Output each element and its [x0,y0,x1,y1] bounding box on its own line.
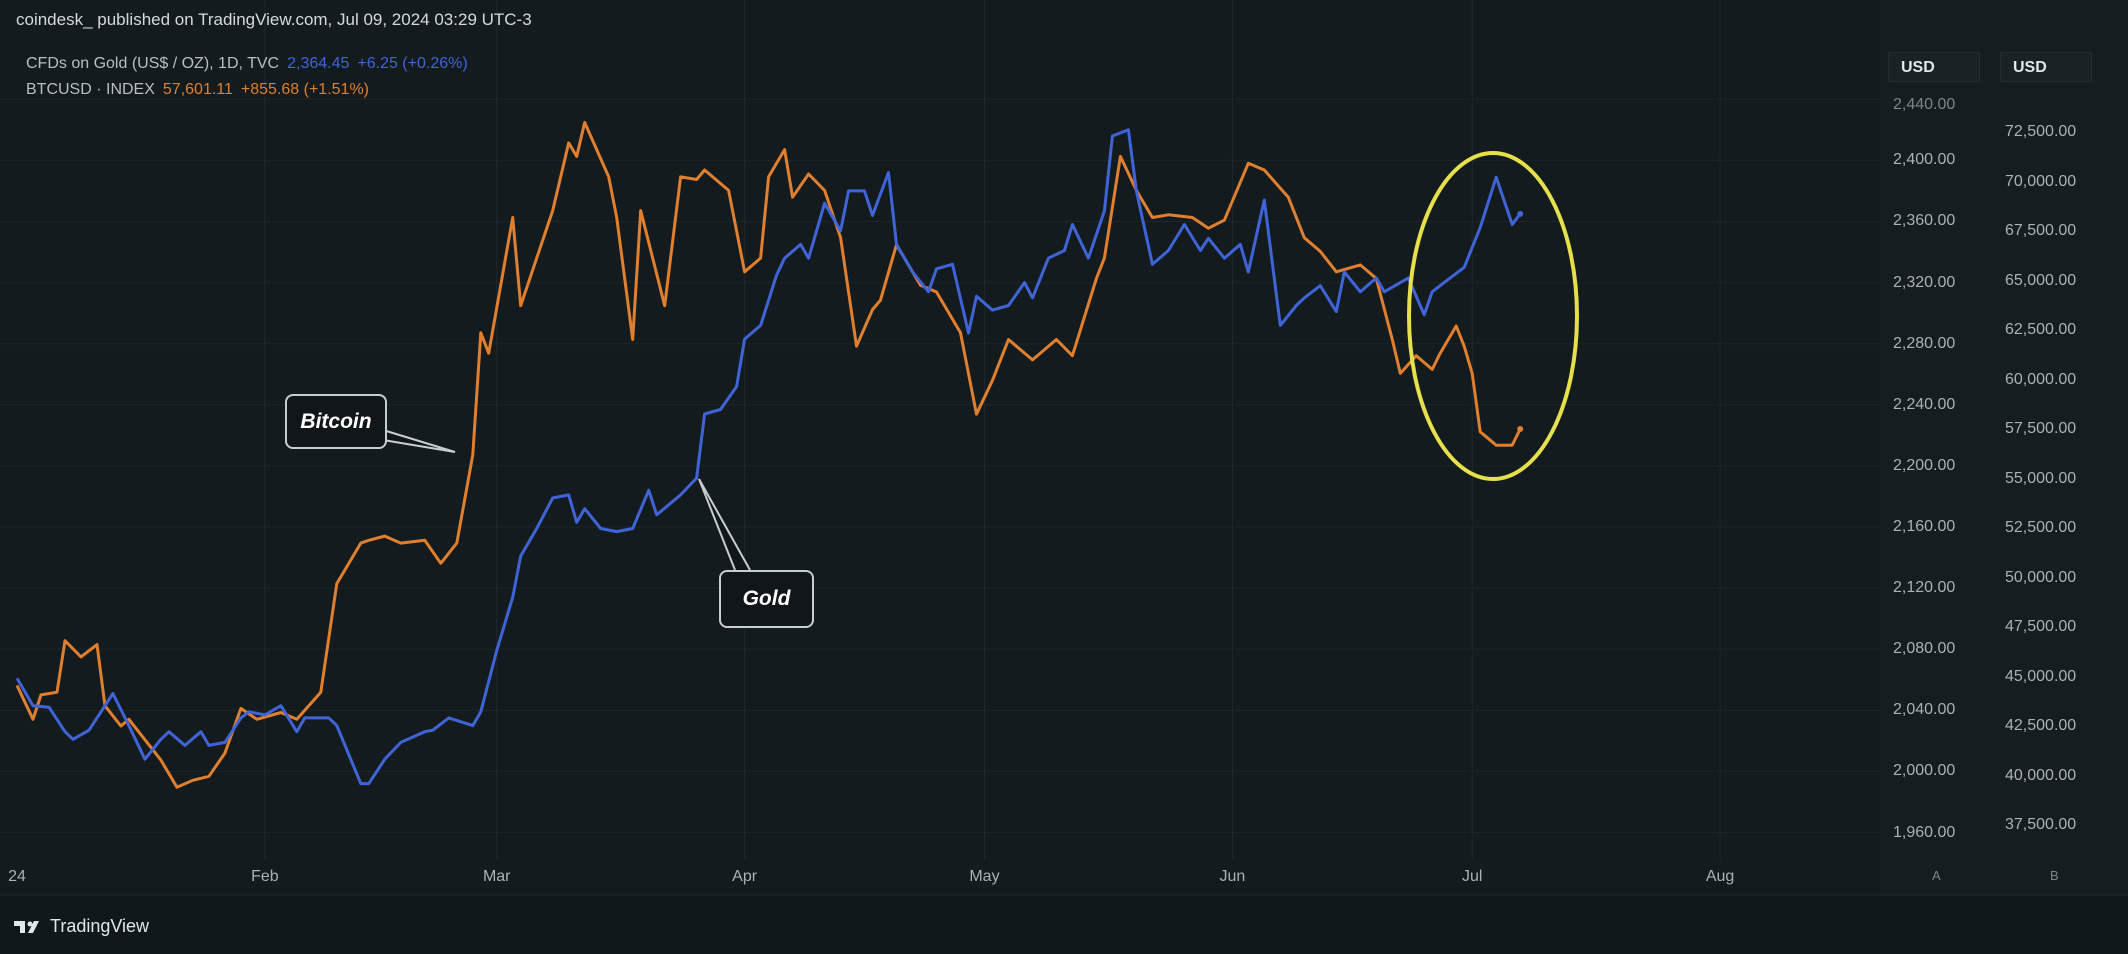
btc-y-tick-label: 62,500.00 [2005,321,2077,338]
bitcoin-series-line[interactable] [15,121,1522,789]
gold-y-tick-label: 2,040.00 [1893,701,1956,719]
gold-y-tick-label: 2,400.00 [1893,151,1956,169]
footer-bar [0,895,2128,954]
gold-y-tick-label: 2,000.00 [1893,762,1956,780]
legend-btc-price: 57,601.11 [162,81,233,98]
x-tick-label: Mar [482,868,511,885]
btc-y-tick-label: 40,000.00 [2005,766,2077,784]
gold-y-tick-label: 2,320.00 [1893,273,1956,291]
btc-y-tick-label: 65,000.00 [2005,271,2077,289]
legend-gold-name: CFDs on Gold (US$ / OZ), 1D, TVC [26,55,280,72]
btc-currency-button[interactable]: USD [2000,52,2092,82]
gold-callout-pointer [698,478,751,571]
scale-b-label[interactable]: B [2050,868,2059,883]
tradingview-logo[interactable]: TradingView [14,916,149,937]
btc-y-tick-label: 60,000.00 [2005,370,2077,388]
gold-last-point [1517,210,1524,217]
legend-btc[interactable]: BTCUSD · INDEX 57,601.11 +855.68 (+1.51%) [26,81,377,99]
btc-y-tick-label: 72,500.00 [2005,123,2077,140]
legend-gold-change: +6.25 (+0.26%) [357,55,468,72]
scale-a-label[interactable]: A [1932,868,1941,883]
btc-y-tick-label: 57,500.00 [2005,420,2077,437]
legend-gold-price: 2,364.45 [287,55,350,72]
gold-y-tick-label: 1,960.00 [1893,823,1956,841]
gold-y-tick-label: 2,200.00 [1893,456,1956,474]
chart-canvas[interactable] [0,0,2128,954]
gold-callout: Gold [719,570,814,628]
btc-y-tick-label: 42,500.00 [2005,717,2077,734]
btc-y-tick-label: 55,000.00 [2005,469,2077,487]
bitcoin-callout: Bitcoin [285,394,387,449]
x-tick-label: 24 [8,868,26,885]
tradingview-logo-icon [14,920,39,933]
x-tick-label: May [969,868,1000,885]
gold-y-tick-label: 2,240.00 [1893,395,1956,413]
btc-y-tick-label: 67,500.00 [2005,222,2077,239]
gold-y-tick-label: 2,440.00 [1893,96,1956,114]
btc-y-tick-label: 37,500.00 [2005,816,2077,833]
x-tick-label: Jul [1461,868,1483,885]
gold-y-tick-label: 2,160.00 [1893,517,1956,535]
gold-series-line[interactable] [15,128,1522,786]
btc-y-tick-label: 50,000.00 [2005,568,2077,586]
legend-btc-name: BTCUSD · INDEX [26,81,155,98]
legend-gold[interactable]: CFDs on Gold (US$ / OZ), 1D, TVC 2,364.45… [26,55,476,73]
x-tick-label: Feb [251,868,279,885]
btc-y-tick-label: 47,500.00 [2005,618,2077,635]
gold-y-tick-label: 2,360.00 [1893,212,1956,230]
publisher-header: coindesk_ published on TradingView.com, … [16,10,532,29]
price-axis-panel [1880,0,2128,954]
series-lines [15,121,1524,789]
gold-currency-button[interactable]: USD [1888,52,1980,82]
legend-btc-change: +855.68 (+1.51%) [240,81,369,98]
x-tick-label: Jun [1219,868,1246,885]
gold-y-tick-label: 2,080.00 [1893,640,1956,658]
bitcoin-last-point [1517,426,1524,433]
highlight-ellipse [1407,151,1579,481]
bitcoin-callout-pointer [382,429,456,453]
btc-y-tick-label: 45,000.00 [2005,667,2077,685]
gridlines [0,0,1880,860]
btc-y-tick-label: 52,500.00 [2005,519,2077,536]
gold-y-tick-label: 2,120.00 [1893,579,1956,597]
gold-y-tick-label: 2,280.00 [1893,334,1956,352]
btc-y-tick-label: 70,000.00 [2005,172,2077,190]
x-tick-label: Aug [1705,868,1735,885]
x-tick-label: Apr [732,868,758,885]
tradingview-logo-text: TradingView [50,916,150,936]
